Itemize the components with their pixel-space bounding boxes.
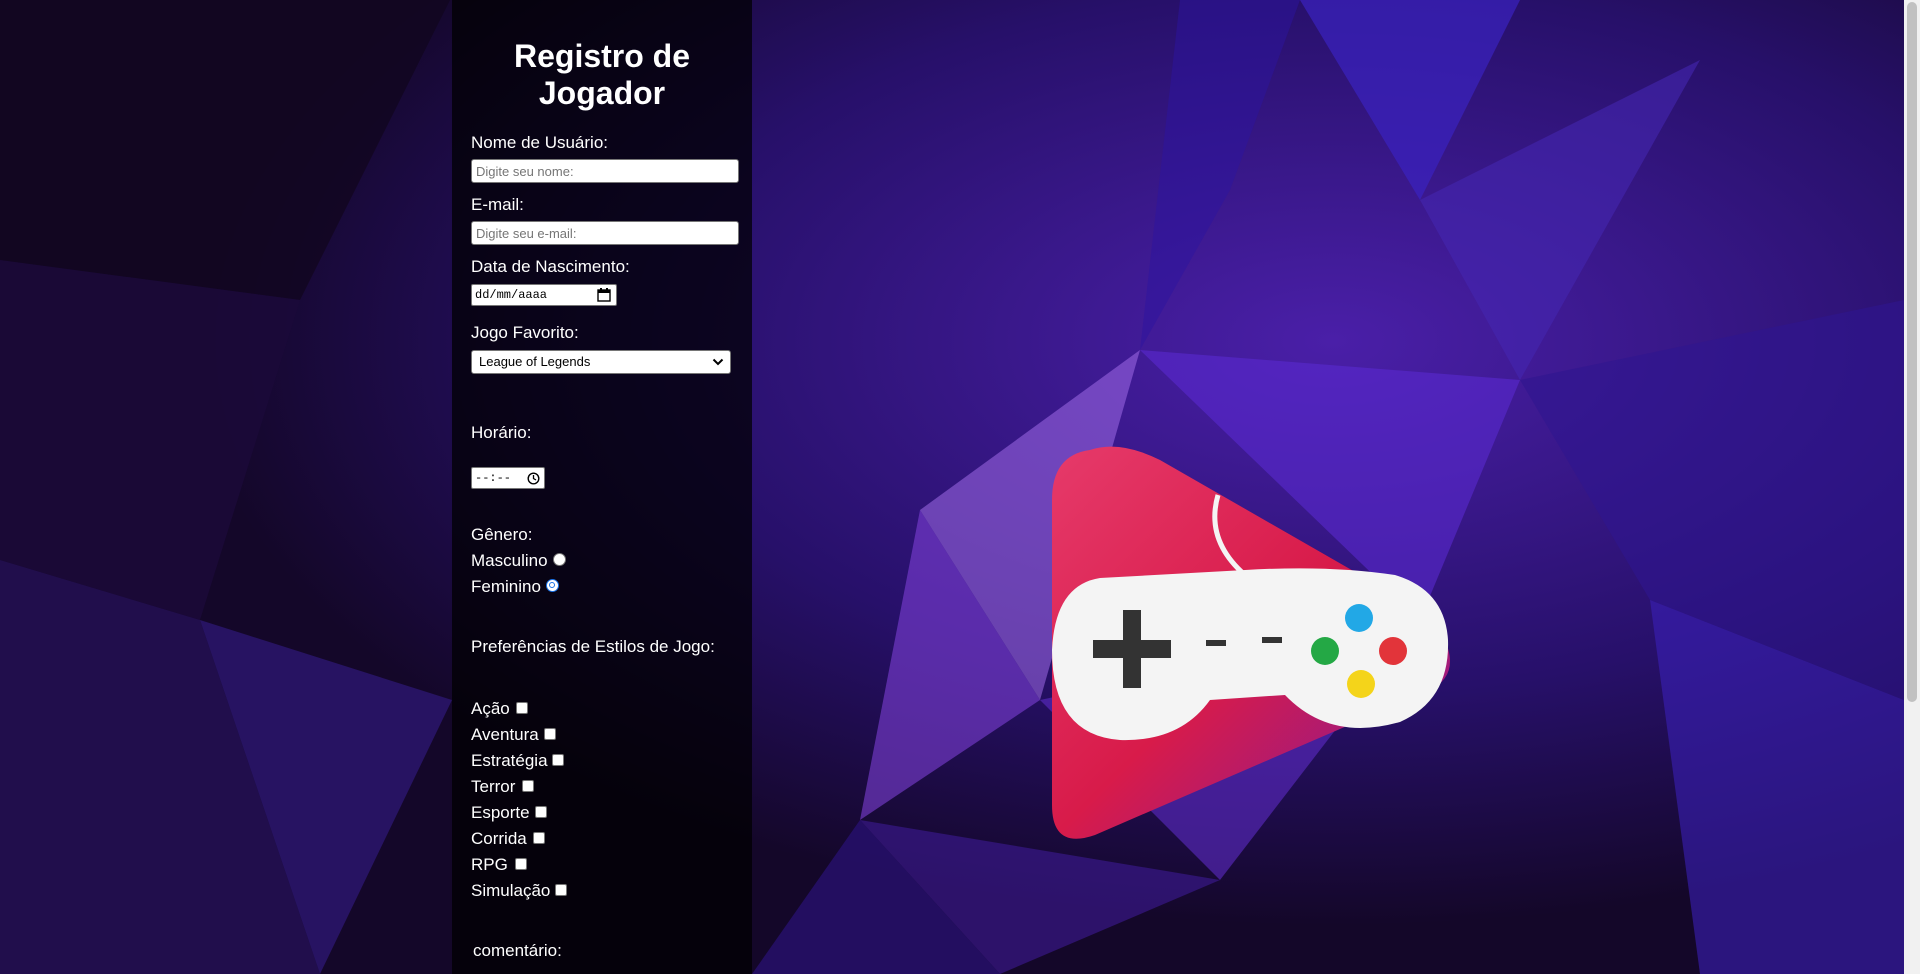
time-input[interactable]: --:-- — [471, 467, 545, 489]
background-artwork — [0, 0, 1904, 974]
favorite-game-selected: League of Legends — [479, 354, 591, 369]
chevron-down-icon — [712, 358, 724, 366]
gender-label: Gênero: — [471, 525, 533, 544]
registration-form: Registro de Jogador Nome de Usuário: E-m… — [452, 0, 752, 974]
style-label-esporte: Esporte — [471, 803, 530, 822]
favorite-game-select[interactable]: League of Legends — [471, 350, 731, 374]
birthdate-input[interactable]: dd/mm/aaaa — [471, 284, 617, 306]
style-label-terror: Terror — [471, 777, 516, 796]
birthdate-label: Data de Nascimento: — [471, 257, 630, 276]
comment-label: comentário: — [473, 941, 562, 960]
form-title-line2: Jogador — [538, 75, 666, 111]
gender-radio-masculino[interactable] — [553, 553, 566, 566]
time-label: Horário: — [471, 423, 532, 442]
email-input[interactable] — [471, 221, 739, 245]
email-label: E-mail: — [471, 195, 524, 214]
style-checkbox-esporte[interactable] — [535, 806, 547, 818]
style-label-aventura: Aventura — [471, 725, 539, 744]
time-value: --:-- — [475, 471, 512, 485]
page-scrollbar[interactable] — [1904, 0, 1920, 974]
style-checkbox-aventura[interactable] — [544, 728, 556, 740]
style-label-acao: Ação — [471, 699, 510, 718]
calendar-icon[interactable] — [597, 288, 611, 302]
gender-option-label-feminino: Feminino — [471, 577, 541, 596]
username-label: Nome de Usuário: — [471, 133, 609, 152]
styles-label: Preferências de Estilos de Jogo: — [471, 637, 715, 656]
style-checkbox-corrida[interactable] — [533, 832, 545, 844]
style-label-simulacao: Simulação — [471, 881, 551, 900]
style-checkbox-estrategia[interactable] — [552, 754, 564, 766]
form-title-line1: Registro de — [513, 38, 691, 74]
scrollbar-thumb[interactable] — [1907, 2, 1917, 702]
style-checkbox-rpg[interactable] — [515, 858, 527, 870]
gender-option-label-masculino: Masculino — [471, 551, 548, 570]
style-label-rpg: RPG — [471, 855, 508, 874]
style-checkbox-acao[interactable] — [516, 702, 528, 714]
style-checkbox-simulacao[interactable] — [555, 884, 567, 896]
form-title: Registro de Jogador — [452, 38, 752, 112]
style-label-estrategia: Estratégia — [471, 751, 548, 770]
username-input[interactable] — [471, 159, 739, 183]
gender-radio-feminino[interactable] — [546, 579, 559, 592]
birthdate-value: dd/mm/aaaa — [475, 288, 548, 302]
favorite-game-label: Jogo Favorito: — [471, 323, 579, 342]
style-checkbox-terror[interactable] — [522, 780, 534, 792]
style-label-corrida: Corrida — [471, 829, 527, 848]
clock-icon[interactable] — [527, 472, 540, 485]
